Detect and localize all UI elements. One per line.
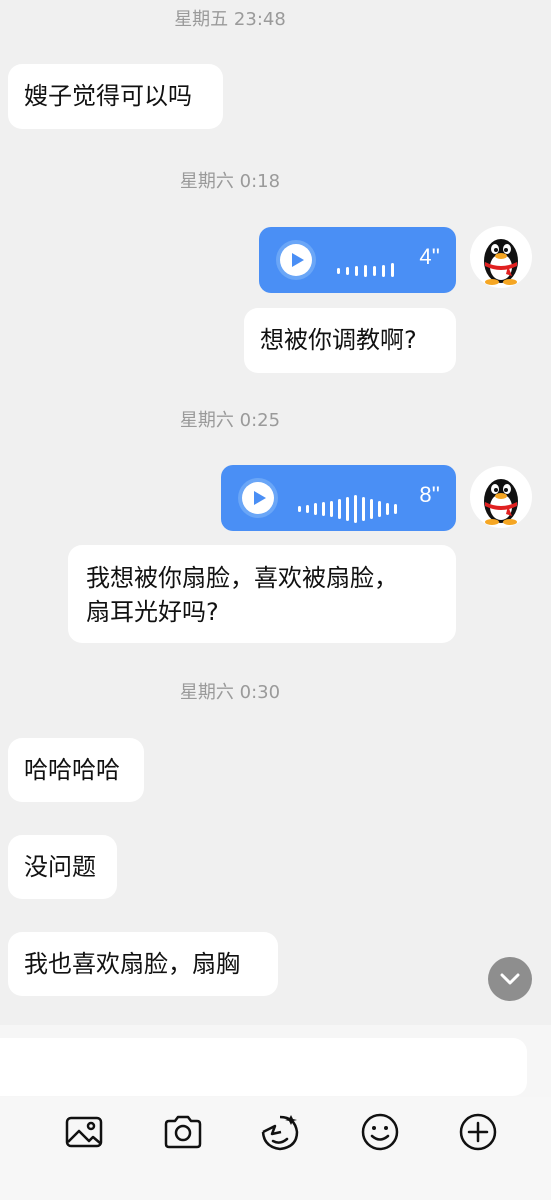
message-bubble-received[interactable]: 我也喜欢扇脸，扇胸 — [8, 932, 278, 996]
timestamp: 星期五 23:48 — [174, 9, 286, 30]
qq-penguin-avatar[interactable] — [470, 466, 532, 528]
scroll-to-bottom-button[interactable] — [488, 957, 532, 1001]
image-icon[interactable] — [62, 1110, 106, 1154]
voice-duration: 4'' — [419, 244, 440, 269]
message-bubble-received[interactable]: 没问题 — [8, 835, 117, 899]
qq-penguin-avatar[interactable] — [470, 226, 532, 288]
plus-icon[interactable] — [456, 1110, 500, 1154]
message-bubble-sent[interactable]: 我想被你扇脸，喜欢被扇脸， 扇耳光好吗? — [68, 545, 456, 643]
message-text: 我也喜欢扇脸，扇胸 — [24, 950, 240, 978]
message-text: 哈哈哈哈 — [24, 756, 120, 784]
message-bubble-sent[interactable]: 想被你调教啊? — [244, 308, 456, 373]
message-text: 想被你调教啊? — [260, 326, 417, 354]
voice-duration: 8'' — [419, 482, 440, 507]
timestamp: 星期六 0:18 — [179, 171, 281, 192]
voice-waveform — [337, 227, 417, 293]
message-text: 嫂子觉得可以吗 — [24, 82, 192, 110]
message-text-line: 扇耳光好吗? — [86, 598, 219, 626]
sticker-icon[interactable] — [258, 1110, 302, 1154]
play-icon[interactable] — [238, 478, 278, 518]
message-text-line: 我想被你扇脸，喜欢被扇脸， — [86, 564, 398, 592]
message-bubble-received[interactable]: 哈哈哈哈 — [8, 738, 144, 802]
emoji-icon[interactable] — [358, 1110, 402, 1154]
camera-icon[interactable] — [161, 1110, 205, 1154]
chevron-down-icon — [500, 973, 520, 985]
chat-screen: 星期五 23:48 嫂子觉得可以吗 星期六 0:18 4'' 想被你调教啊? 星… — [0, 0, 551, 1200]
timestamp: 星期六 0:30 — [179, 682, 281, 703]
play-icon[interactable] — [276, 240, 316, 280]
message-bubble-received[interactable]: 嫂子觉得可以吗 — [8, 64, 223, 129]
voice-waveform — [298, 465, 398, 531]
message-input[interactable] — [0, 1038, 527, 1096]
voice-message-bubble[interactable]: 4'' — [259, 227, 456, 293]
voice-message-bubble[interactable]: 8'' — [221, 465, 456, 531]
message-text: 没问题 — [24, 853, 96, 881]
timestamp: 星期六 0:25 — [179, 410, 281, 431]
